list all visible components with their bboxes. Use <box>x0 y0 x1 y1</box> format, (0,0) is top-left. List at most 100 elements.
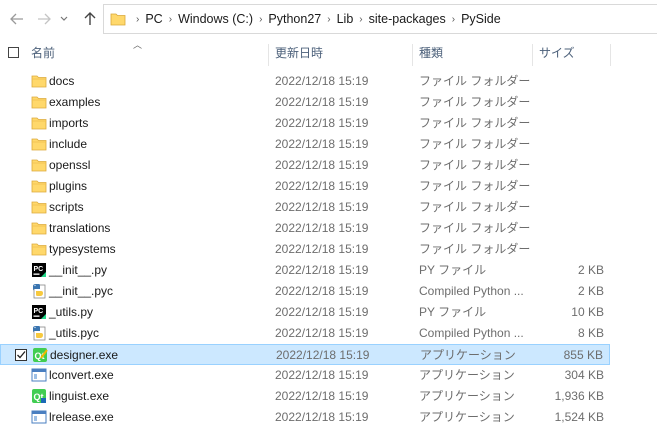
column-divider[interactable] <box>610 44 611 66</box>
checkmark-icon <box>17 351 26 359</box>
file-name: __init__.py <box>49 263 108 277</box>
breadcrumb: › PC › Windows (C:) › Python27 › Lib › site-packa… <box>130 12 501 26</box>
column-divider[interactable] <box>268 44 269 66</box>
qt-linguist-icon: Qt <box>31 388 47 404</box>
file-name: docs <box>49 74 75 88</box>
chevron-right-icon[interactable]: › <box>353 14 368 25</box>
file-row[interactable]: Qt linguist.exe 2022/12/18 15:19 アプリケーション 1,… <box>0 386 610 407</box>
file-modified-date: 2022/12/18 15:19 <box>276 348 370 362</box>
file-type: ファイル フォルダー <box>419 200 531 214</box>
file-size: 2 KB <box>577 284 604 298</box>
row-checkbox[interactable] <box>15 349 27 361</box>
file-name: lrelease.exe <box>49 410 114 424</box>
folder-row[interactable]: scripts 2022/12/18 15:19 ファイル フォルダー <box>0 197 610 218</box>
folder-icon <box>31 136 47 152</box>
file-modified-date: 2022/12/18 15:19 <box>275 263 369 277</box>
arrow-up-icon <box>84 12 96 25</box>
app-window-icon <box>31 367 47 383</box>
file-type: ファイル フォルダー <box>419 179 531 193</box>
forward-button[interactable] <box>34 8 54 30</box>
select-all-checkbox[interactable] <box>8 47 19 58</box>
file-modified-date: 2022/12/18 15:19 <box>275 95 369 109</box>
file-name: typesystems <box>49 242 116 256</box>
file-row[interactable]: _utils.pyc 2022/12/18 15:19 Compiled Pytho… <box>0 323 610 344</box>
file-type: ファイル フォルダー <box>419 116 531 130</box>
folder-icon <box>31 178 47 194</box>
file-size: 1,936 KB <box>554 389 604 403</box>
folder-row[interactable]: include 2022/12/18 15:19 ファイル フォルダー <box>0 134 610 155</box>
file-type: Compiled Python ... <box>419 284 524 298</box>
column-type-header[interactable]: 種類 <box>419 38 443 68</box>
address-box[interactable]: › PC › Windows (C:) › Python27 › Lib › site-packa… <box>103 4 657 34</box>
column-size-header[interactable]: サイズ <box>539 38 575 68</box>
svg-text:PC: PC <box>34 308 44 315</box>
folder-icon <box>31 157 47 173</box>
file-type: ファイル フォルダー <box>419 95 531 109</box>
column-name-header[interactable]: 名前 <box>31 38 55 68</box>
address-bar-area: › PC › Windows (C:) › Python27 › Lib › site-packa… <box>0 0 657 38</box>
file-name: plugins <box>49 179 88 193</box>
file-name: _utils.pyc <box>49 326 100 340</box>
chevron-right-icon[interactable]: › <box>130 14 145 25</box>
column-modified-header[interactable]: 更新日時 <box>275 38 323 68</box>
breadcrumb-item[interactable]: PySide <box>461 12 501 26</box>
file-row[interactable]: lrelease.exe 2022/12/18 15:19 アプリケーション 1,52… <box>0 407 610 428</box>
folder-row[interactable]: translations 2022/12/18 15:19 ファイル フォルダー <box>0 218 610 239</box>
arrow-left-icon <box>10 13 23 25</box>
file-name: include <box>49 137 88 151</box>
sort-ascending-icon: ︿ <box>133 40 143 50</box>
back-button[interactable] <box>7 8 27 30</box>
breadcrumb-item[interactable]: site-packages <box>369 12 446 26</box>
file-modified-date: 2022/12/18 15:19 <box>275 410 369 424</box>
file-type: アプリケーション <box>419 389 515 403</box>
file-modified-date: 2022/12/18 15:19 <box>275 200 369 214</box>
file-modified-date: 2022/12/18 15:19 <box>275 326 369 340</box>
file-modified-date: 2022/12/18 15:19 <box>275 242 369 256</box>
folder-row[interactable]: examples 2022/12/18 15:19 ファイル フォルダー <box>0 92 610 113</box>
folder-row[interactable]: docs 2022/12/18 15:19 ファイル フォルダー <box>0 71 610 92</box>
file-name: openssl <box>49 158 91 172</box>
folder-row[interactable]: imports 2022/12/18 15:19 ファイル フォルダー <box>0 113 610 134</box>
file-name: linguist.exe <box>49 389 110 403</box>
file-type: アプリケーション <box>419 368 515 382</box>
folder-icon <box>31 241 47 257</box>
file-type: ファイル フォルダー <box>419 242 531 256</box>
breadcrumb-item[interactable]: Windows (C:) <box>178 12 253 26</box>
folder-row[interactable]: typesystems 2022/12/18 15:19 ファイル フォルダー <box>0 239 610 260</box>
column-divider[interactable] <box>532 44 533 66</box>
file-row[interactable]: Qt designer.exe 2022/12/18 15:19 アプリケーション 85… <box>0 344 610 365</box>
svg-text:PC: PC <box>34 266 44 273</box>
file-modified-date: 2022/12/18 15:19 <box>275 389 369 403</box>
column-header: ︿ 名前 更新日時 種類 サイズ <box>0 38 657 68</box>
file-size: 2 KB <box>577 263 604 277</box>
breadcrumb-item[interactable]: PC <box>145 12 162 26</box>
file-row[interactable]: PC _utils.py 2022/12/18 15:19 PY ファイル 10 KB <box>0 302 610 323</box>
folder-row[interactable]: plugins 2022/12/18 15:19 ファイル フォルダー <box>0 176 610 197</box>
recent-locations-button[interactable] <box>58 8 70 30</box>
file-row[interactable]: PC __init__.py 2022/12/18 15:19 PY ファイル 2 KB <box>0 260 610 281</box>
python-compiled-icon <box>31 283 47 299</box>
column-divider[interactable] <box>412 44 413 66</box>
chevron-right-icon[interactable]: › <box>163 14 178 25</box>
file-modified-date: 2022/12/18 15:19 <box>275 74 369 88</box>
chevron-right-icon[interactable]: › <box>253 14 268 25</box>
breadcrumb-item[interactable]: Python27 <box>268 12 321 26</box>
folder-row[interactable]: openssl 2022/12/18 15:19 ファイル フォルダー <box>0 155 610 176</box>
file-name: imports <box>49 116 89 130</box>
file-type: ファイル フォルダー <box>419 137 531 151</box>
app-window-icon <box>31 409 47 425</box>
pycharm-file-icon: PC <box>31 304 47 320</box>
folder-icon <box>110 12 126 26</box>
file-modified-date: 2022/12/18 15:19 <box>275 305 369 319</box>
chevron-right-icon[interactable]: › <box>321 14 336 25</box>
file-modified-date: 2022/12/18 15:19 <box>275 179 369 193</box>
file-size: 1,524 KB <box>554 410 604 424</box>
breadcrumb-item[interactable]: Lib <box>337 12 354 26</box>
file-row[interactable]: __init__.pyc 2022/12/18 15:19 Compiled Pyt… <box>0 281 610 302</box>
up-button[interactable] <box>80 8 100 30</box>
qt-designer-icon: Qt <box>32 347 48 363</box>
file-row[interactable]: lconvert.exe 2022/12/18 15:19 アプリケーション 304 … <box>0 365 610 386</box>
chevron-right-icon[interactable]: › <box>446 14 461 25</box>
file-size: 10 KB <box>571 305 604 319</box>
file-name: designer.exe <box>50 348 119 362</box>
